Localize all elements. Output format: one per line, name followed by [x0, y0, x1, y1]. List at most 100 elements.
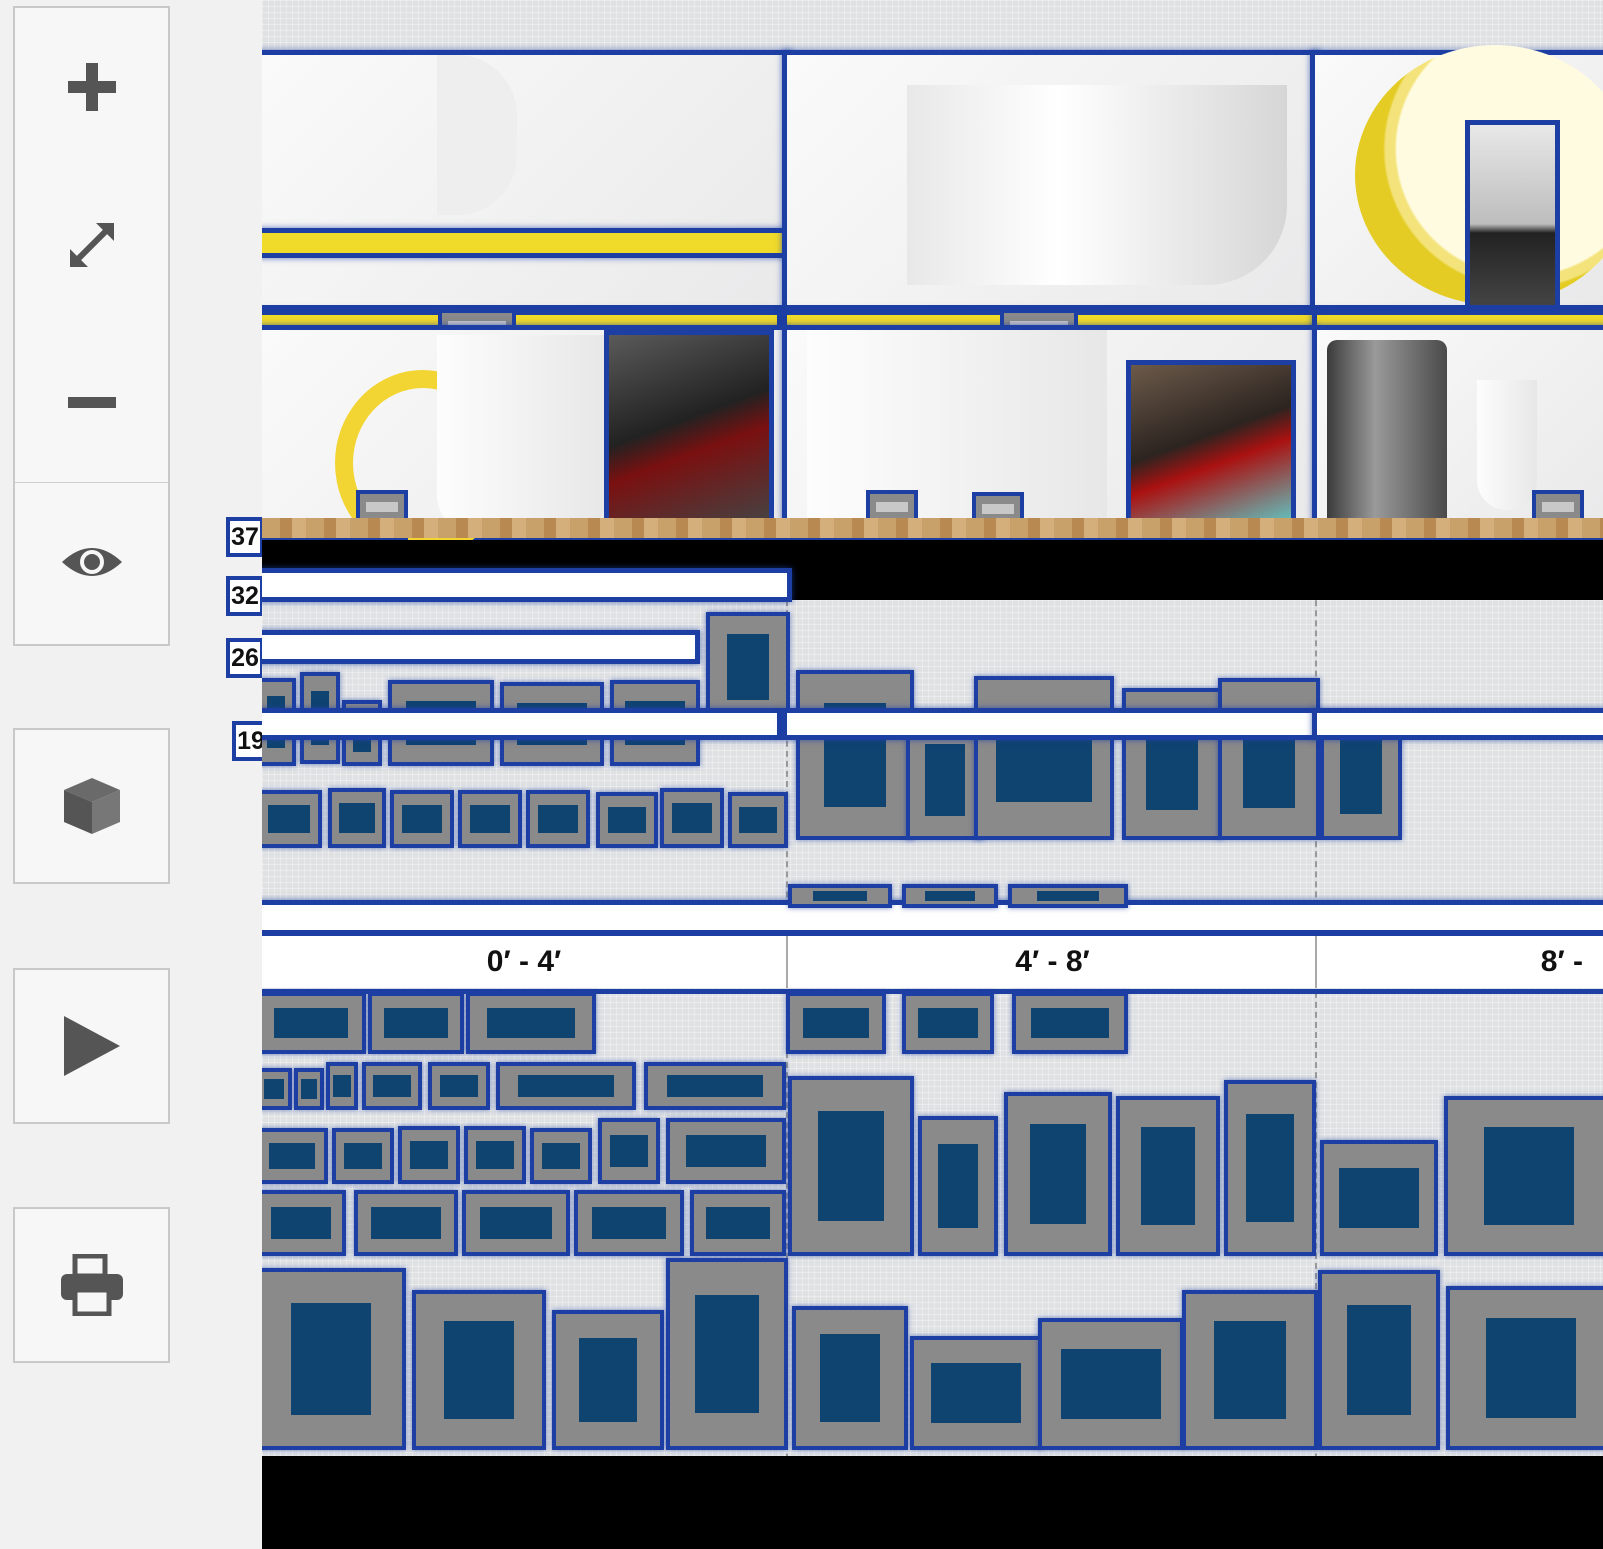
ruler-section-label: 8′ -: [1315, 936, 1603, 988]
product[interactable]: [294, 1068, 324, 1110]
product[interactable]: [660, 788, 724, 848]
product[interactable]: [728, 792, 788, 848]
minus-icon: [67, 397, 116, 408]
product[interactable]: [262, 1128, 328, 1184]
3d-view-button-group: [13, 728, 170, 884]
blender-product-photo[interactable]: [1465, 120, 1560, 310]
eye-icon: [61, 548, 122, 576]
cube-icon: [63, 778, 120, 834]
product[interactable]: [598, 1118, 660, 1184]
product[interactable]: [596, 792, 658, 848]
cloud-graphic: [437, 55, 517, 215]
product[interactable]: [398, 1126, 460, 1184]
juicer-graphic: [907, 85, 1287, 285]
coffee-maker-product-photo[interactable]: [1126, 360, 1296, 530]
fit-to-screen-button[interactable]: [15, 166, 168, 324]
product[interactable]: [390, 790, 454, 848]
play-button[interactable]: [15, 970, 168, 1122]
shelf-32[interactable]: [262, 568, 792, 602]
product[interactable]: [902, 884, 998, 908]
product[interactable]: [526, 790, 590, 848]
product[interactable]: [902, 992, 994, 1054]
product[interactable]: [1320, 1140, 1438, 1256]
yellow-header-strip[interactable]: [262, 228, 797, 258]
zoom-in-button[interactable]: [15, 8, 168, 166]
3d-view-button[interactable]: [15, 730, 168, 882]
product[interactable]: [1224, 1080, 1316, 1256]
product[interactable]: [1218, 678, 1320, 840]
product[interactable]: [1038, 1318, 1184, 1450]
product[interactable]: [1318, 1270, 1440, 1450]
product[interactable]: [354, 1190, 458, 1256]
product[interactable]: [530, 1128, 592, 1184]
shelf-19[interactable]: [782, 708, 1317, 740]
product[interactable]: [706, 612, 790, 722]
expand-arrows-icon: [69, 223, 114, 267]
product[interactable]: [644, 1062, 786, 1110]
product[interactable]: [464, 1126, 526, 1184]
product[interactable]: [262, 1268, 406, 1450]
zoom-view-toolbar: [13, 6, 170, 646]
product[interactable]: [1004, 1092, 1112, 1256]
product[interactable]: [666, 1258, 788, 1450]
printer-icon: [60, 1254, 123, 1316]
product[interactable]: [910, 1336, 1042, 1450]
pitcher-base-graphic: [807, 330, 1107, 520]
shelf-label[interactable]: 32: [226, 576, 264, 616]
espresso-machine-graphic: [1327, 340, 1447, 530]
shelf-37-edge: [262, 518, 1603, 538]
product[interactable]: [552, 1310, 664, 1450]
zoom-out-button[interactable]: [15, 324, 168, 482]
shelf-label[interactable]: 26: [226, 638, 264, 678]
product[interactable]: [326, 1062, 358, 1110]
product[interactable]: [574, 1190, 684, 1256]
product[interactable]: [788, 1076, 914, 1256]
plus-icon: [67, 63, 116, 111]
product[interactable]: [788, 884, 892, 908]
product[interactable]: [262, 1068, 292, 1110]
frother-graphic: [1477, 380, 1537, 510]
product[interactable]: [1182, 1290, 1318, 1450]
product[interactable]: [1116, 1096, 1220, 1256]
product[interactable]: [786, 992, 886, 1054]
shelf-26[interactable]: [262, 630, 700, 664]
product[interactable]: [412, 1290, 546, 1450]
print-button[interactable]: [15, 1209, 168, 1361]
product[interactable]: [262, 992, 366, 1054]
play-button-group: [13, 968, 170, 1124]
product[interactable]: [1446, 1286, 1603, 1450]
product[interactable]: [974, 676, 1114, 840]
ruler-section-label: 0′ - 4′: [262, 936, 786, 988]
header-graphic-3[interactable]: [1310, 45, 1603, 310]
shelf-19[interactable]: [1312, 708, 1603, 740]
product[interactable]: [262, 790, 322, 848]
header-graphic-2[interactable]: [782, 50, 1320, 310]
print-button-group: [13, 1207, 170, 1363]
product[interactable]: [1444, 1096, 1603, 1256]
shelf-label[interactable]: 37: [226, 517, 264, 557]
product[interactable]: [368, 992, 464, 1054]
product[interactable]: [362, 1062, 422, 1110]
ruler-section-label: 4′ - 8′: [786, 936, 1317, 988]
product[interactable]: [332, 1128, 394, 1184]
product[interactable]: [458, 790, 522, 848]
product[interactable]: [428, 1062, 490, 1110]
product[interactable]: [496, 1062, 636, 1110]
product[interactable]: [466, 992, 596, 1054]
product[interactable]: [792, 1306, 908, 1450]
product[interactable]: [690, 1190, 786, 1256]
product[interactable]: [666, 1118, 786, 1184]
product[interactable]: [1008, 884, 1128, 908]
product[interactable]: [262, 1190, 346, 1256]
product[interactable]: [1012, 992, 1128, 1054]
header-graphic-1[interactable]: [262, 50, 792, 310]
product[interactable]: [796, 670, 914, 840]
product[interactable]: [328, 788, 386, 848]
shelf-19[interactable]: [262, 708, 782, 740]
floor-base: [262, 1456, 1603, 1549]
planogram-canvas[interactable]: 0′ - 4′ 4′ - 8′ 8′ -: [262, 0, 1603, 1549]
coffee-machine-product-photo[interactable]: [604, 330, 774, 530]
product[interactable]: [462, 1190, 570, 1256]
product[interactable]: [918, 1116, 998, 1256]
toggle-view-button[interactable]: [15, 482, 168, 641]
